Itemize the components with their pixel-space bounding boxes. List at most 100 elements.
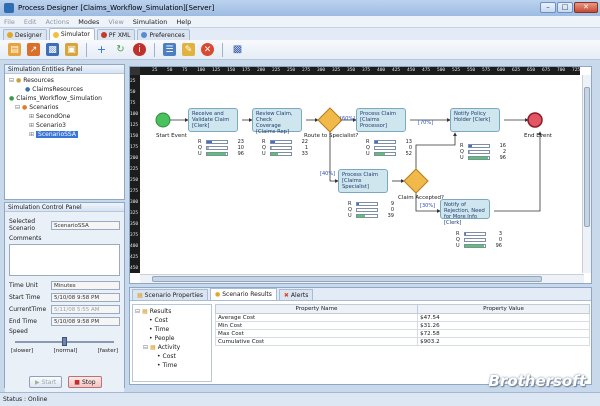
- task-review-claim[interactable]: Review Claim, Check Coverage [Claims Rep…: [252, 108, 302, 135]
- tree-scenario3[interactable]: ⊞ Scenario3: [9, 121, 120, 130]
- stat-bar-fill: [357, 215, 365, 217]
- ruler-left-tick: 375: [130, 233, 139, 238]
- results-activity-time-node[interactable]: • Time: [135, 361, 209, 370]
- open-icon[interactable]: ▤: [8, 43, 21, 56]
- ruler-left-tick: 350: [130, 222, 139, 227]
- results-time-node[interactable]: • Time: [135, 325, 209, 334]
- canvas-vertical-scroll-thumb[interactable]: [584, 87, 590, 227]
- ruler-top-tick: 325: [332, 68, 341, 73]
- menu-modes[interactable]: Modes: [78, 18, 99, 26]
- tree-workflow[interactable]: ● Claims_Workflow_Simulation: [9, 94, 120, 103]
- task-stats: R 13 Q 0 U 52: [366, 139, 412, 157]
- properties-icon[interactable]: ☰: [163, 43, 176, 56]
- simulator-icon: [52, 31, 59, 38]
- menu-simulation[interactable]: Simulation: [133, 18, 168, 26]
- end-event-node[interactable]: [527, 112, 543, 128]
- ruler-top-tick: 275: [302, 68, 311, 73]
- ruler-top-tick: 200: [257, 68, 266, 73]
- stat-bar-fill: [207, 147, 209, 149]
- percent-claim-accepted: [70%]: [418, 120, 434, 126]
- bullet-icon: •: [157, 353, 161, 360]
- claim-gateway-label: Claim Accepted?: [398, 195, 444, 201]
- canvas-horizontal-scrollbar[interactable]: [140, 274, 584, 283]
- info-icon[interactable]: i: [133, 43, 146, 56]
- start-event-node[interactable]: [155, 112, 171, 128]
- task-receive-validate[interactable]: Receive and Validate Claim [Clerk]: [188, 108, 238, 132]
- tree-workflow-label: Claims_Workflow_Simulation: [16, 95, 102, 102]
- task-process-specialist[interactable]: Process Claim [Claims Specialist]: [338, 169, 388, 193]
- diagram-canvas[interactable]: 25 50 75 100 125 150 175 200 225 250 275 300 325 350 3…: [129, 66, 592, 284]
- left-ruler: 25 50 75 100 125 150 175 200 225 250 275 300 325 350 3…: [130, 75, 140, 273]
- close-button[interactable]: ✕: [574, 2, 598, 13]
- delete-icon[interactable]: ✕: [201, 43, 214, 56]
- speed-slider[interactable]: [15, 337, 114, 347]
- task-notify-holder[interactable]: Notify Policy Holder [Clerk]: [450, 108, 500, 132]
- table-row[interactable]: Average Cost $47.54: [214, 313, 590, 322]
- menu-view[interactable]: View: [108, 18, 123, 26]
- save-icon[interactable]: ▩: [46, 43, 59, 56]
- table-row[interactable]: Min Cost $31.26: [214, 321, 590, 330]
- stat-value: 96: [495, 243, 502, 249]
- add-icon[interactable]: +: [95, 43, 108, 56]
- import-icon[interactable]: ↗: [27, 43, 40, 56]
- chart-icon[interactable]: ▩: [231, 43, 244, 56]
- start-time-field[interactable]: 5/10/08 9:58 PM: [51, 293, 120, 302]
- stat-bar: [206, 146, 228, 150]
- folder-icon[interactable]: ▣: [65, 43, 78, 56]
- canvas-vertical-scrollbar[interactable]: [582, 75, 591, 273]
- results-cost-node[interactable]: • Cost: [135, 316, 209, 325]
- end-time-field[interactable]: 5/10/08 9:58 PM: [51, 317, 120, 326]
- refresh-icon[interactable]: ↻: [114, 43, 127, 56]
- stat-bar-fill: [465, 245, 485, 247]
- resource-group-icon: ●: [25, 86, 31, 93]
- tab-preferences[interactable]: Preferences: [137, 29, 190, 40]
- stat-bar: [356, 202, 378, 206]
- edit-icon[interactable]: ✎: [182, 43, 195, 56]
- flow-claim-to-notify: [415, 132, 457, 169]
- claim-gateway[interactable]: [403, 168, 429, 194]
- speed-slider-thumb[interactable]: [61, 337, 67, 346]
- start-button[interactable]: ▶ Start: [29, 376, 63, 388]
- tab-scenario-properties[interactable]: ▦ Scenario Properties: [132, 289, 208, 300]
- table-cell: Cumulative Cost: [214, 337, 419, 346]
- stat-row: U 52: [366, 151, 412, 157]
- canvas-horizontal-scroll-thumb[interactable]: [152, 276, 542, 282]
- stop-button[interactable]: ■ Stop: [68, 376, 102, 388]
- tree-claims-resources[interactable]: ● ClaimsResources: [9, 85, 120, 94]
- results-node[interactable]: ⊟ ▦ Results: [135, 307, 209, 316]
- menu-file[interactable]: File: [4, 18, 15, 26]
- table-row[interactable]: Cumulative Cost $903.2: [214, 337, 590, 346]
- results-activity-node[interactable]: ⊟ ▦ Activity: [135, 343, 209, 352]
- task-process-claim[interactable]: Process Claim [Claims Processor]: [356, 108, 406, 132]
- tree-resources[interactable]: ⊟ ● Resources: [9, 76, 120, 85]
- route-gateway[interactable]: [317, 107, 343, 133]
- tab-designer[interactable]: Designer: [3, 29, 47, 40]
- table-row[interactable]: Max Cost $72.58: [214, 329, 590, 338]
- maximize-button[interactable]: □: [557, 2, 573, 13]
- stat-bar: [374, 140, 396, 144]
- selected-scenario-field[interactable]: ScenarioSSA: [51, 220, 120, 230]
- minimize-button[interactable]: –: [540, 2, 556, 13]
- tab-pf-xml[interactable]: PF XML: [96, 29, 136, 40]
- speed-tick-slower: [slower]: [11, 348, 34, 354]
- results-people-node[interactable]: • People: [135, 334, 209, 343]
- route-gateway-label: Route to Specialist?: [304, 133, 359, 139]
- tab-alerts[interactable]: ✖ Alerts: [278, 289, 314, 300]
- menu-help[interactable]: Help: [176, 18, 191, 26]
- menu-edit[interactable]: Edit: [24, 18, 37, 26]
- task-notify-rejection[interactable]: Notify of Rejection, Need for More Info …: [440, 199, 490, 226]
- tree-scenario-ssa[interactable]: ⊞ ScenarioSSA: [9, 130, 120, 139]
- tree-scenarios[interactable]: ⊟ ● Scenarios: [9, 103, 120, 112]
- folder-icon: ▦: [150, 344, 156, 351]
- ruler-top-tick: 100: [197, 68, 206, 73]
- control-form: Selected Scenario ScenarioSSA Comments T…: [5, 212, 124, 396]
- results-activity-cost-node[interactable]: • Cost: [135, 352, 209, 361]
- column-property-value[interactable]: Property Value: [417, 304, 590, 314]
- tree-second-one[interactable]: ⊞ SecondOne: [9, 112, 120, 121]
- tab-simulator[interactable]: Simulator: [48, 28, 95, 40]
- time-unit-select[interactable]: Minutes: [51, 281, 120, 290]
- column-property-name[interactable]: Property Name: [214, 304, 419, 314]
- comments-field[interactable]: [9, 244, 120, 276]
- menu-actions[interactable]: Actions: [45, 18, 69, 26]
- tab-scenario-results[interactable]: ● Scenario Results: [209, 288, 277, 300]
